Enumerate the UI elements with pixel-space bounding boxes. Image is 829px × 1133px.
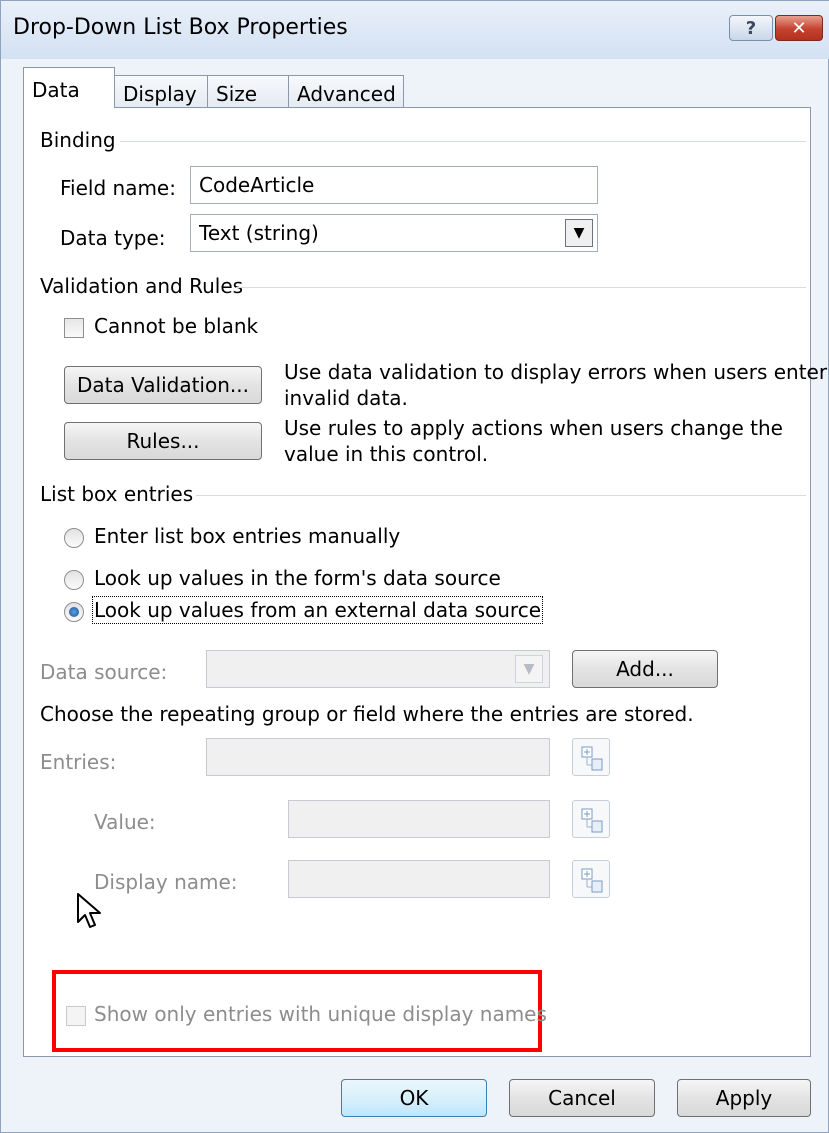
dialog-window: Drop-Down List Box Properties ? ✕ Data D… [0,0,829,1133]
apply-button-label: Apply [715,1086,773,1110]
tab-size[interactable]: Size [207,75,289,107]
mouse-pointer-icon [77,893,101,928]
field-name-input[interactable]: CodeArticle [190,166,598,204]
list-entries-heading: List box entries [40,482,194,506]
value-input[interactable] [288,800,550,838]
tab-size-label: Size [216,82,258,106]
xpath-tree-icon [581,868,603,893]
data-validation-desc-line1: Use data validation to display errors wh… [284,360,828,384]
apply-button[interactable]: Apply [677,1079,811,1117]
ok-button-label: OK [399,1086,429,1110]
unique-names-label: Show only entries with unique display na… [94,1002,547,1026]
cancel-button-label: Cancel [548,1086,616,1110]
help-button[interactable]: ? [729,15,773,41]
radio-external-source-label: Look up values from an external data sou… [91,596,544,624]
xpath-tree-icon [581,808,603,833]
triangle-down-icon[interactable]: ▼ [565,219,593,247]
cannot-be-blank-checkbox[interactable] [64,318,84,338]
rules-desc-line1: Use rules to apply actions when users ch… [284,416,783,440]
dialog-title: Drop-Down List Box Properties [13,15,348,40]
tab-advanced-label: Advanced [297,82,396,106]
rules-desc-line2: value in this control. [284,442,489,466]
radio-manual[interactable] [64,528,84,548]
entries-label: Entries: [40,750,117,774]
question-mark-icon: ? [745,17,757,39]
entries-input[interactable] [206,738,550,776]
data-validation-desc-line2: invalid data. [284,386,408,410]
close-button[interactable]: ✕ [775,15,823,41]
validation-divider [236,287,806,288]
tab-data[interactable]: Data [23,67,115,108]
entries-instruction: Choose the repeating group or field wher… [40,702,694,726]
field-name-label: Field name: [60,176,176,200]
tab-display-label: Display [123,82,197,106]
cannot-be-blank-label: Cannot be blank [94,314,259,338]
triangle-down-icon[interactable]: ▼ [515,655,543,683]
xpath-tree-icon [581,746,603,771]
display-name-xpath-button[interactable] [572,860,610,898]
add-button-label: Add... [616,657,674,681]
tab-panel-data: Binding Field name: CodeArticle Data typ… [23,107,827,1057]
ok-button[interactable]: OK [341,1079,487,1117]
tab-data-label: Data [32,78,80,102]
close-icon: ✕ [791,17,807,39]
radio-external-source[interactable] [64,602,84,622]
data-source-label: Data source: [40,660,168,684]
data-validation-button-label: Data Validation... [77,373,249,397]
data-validation-button[interactable]: Data Validation... [64,366,262,404]
tab-advanced[interactable]: Advanced [288,75,404,107]
radio-form-source[interactable] [64,570,84,590]
data-type-select[interactable]: Text (string) ▼ [190,214,598,252]
tab-display[interactable]: Display [114,75,208,107]
data-source-select[interactable]: ▼ [206,650,550,688]
validation-heading: Validation and Rules [40,274,244,298]
value-xpath-button[interactable] [572,800,610,838]
cancel-button[interactable]: Cancel [509,1079,655,1117]
list-entries-divider [196,495,806,496]
field-name-value: CodeArticle [199,173,315,197]
rules-button-label: Rules... [126,429,200,453]
value-label: Value: [94,810,156,834]
binding-heading: Binding [40,128,116,152]
data-type-label: Data type: [60,226,166,250]
display-name-input[interactable] [288,860,550,898]
entries-xpath-button[interactable] [572,738,610,776]
display-name-label: Display name: [94,870,238,894]
title-bar[interactable]: Drop-Down List Box Properties ? ✕ [1,1,829,59]
add-button[interactable]: Add... [572,650,718,688]
radio-form-source-label: Look up values in the form's data source [94,566,501,590]
binding-divider [120,141,806,142]
data-type-value: Text (string) [199,221,319,245]
rules-button[interactable]: Rules... [64,422,262,460]
radio-manual-label: Enter list box entries manually [94,524,401,548]
unique-names-checkbox[interactable] [66,1006,86,1026]
